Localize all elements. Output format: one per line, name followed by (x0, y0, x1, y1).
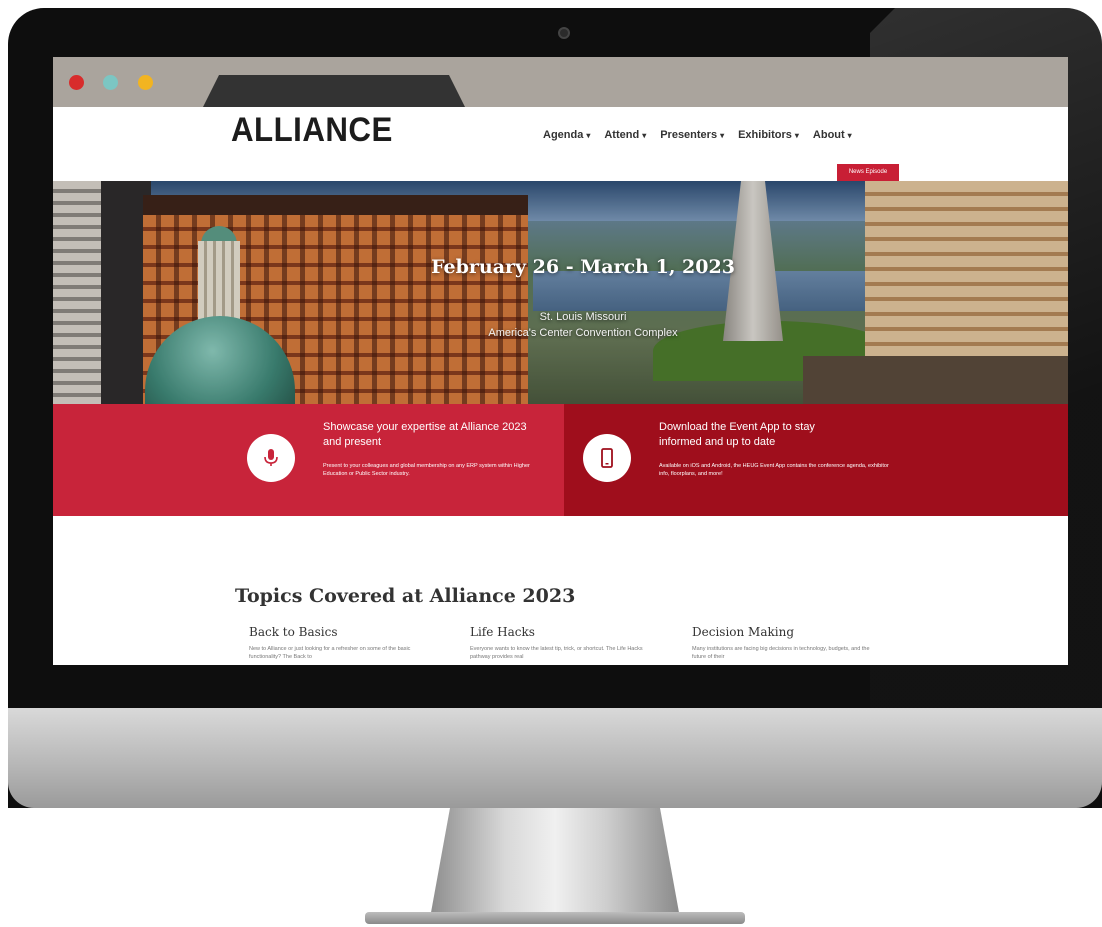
topic-text: Everyone wants to know the latest tip, t… (470, 646, 643, 660)
site-logo[interactable]: ALLIANCE (231, 111, 393, 150)
nav-presenters[interactable]: Presenters ▾ (660, 129, 724, 141)
present-cta-title: Showcase your expertise at Alliance 2023… (323, 421, 527, 448)
news-button[interactable]: News Episode (837, 164, 899, 181)
close-window-dot[interactable] (69, 75, 84, 90)
hero-venue: America's Center Convention Complex (488, 327, 678, 339)
nav-about[interactable]: About ▾ (813, 129, 852, 141)
browser-toolbar (53, 57, 1068, 107)
site-header: ALLIANCE Agenda ▾ Attend ▾ Presenters ▾ Exh… (53, 107, 1068, 181)
topic-title: Back to Basics (249, 625, 338, 639)
topic-card-back-to-basics[interactable]: Back to Basics New to Alliance or just l… (249, 625, 439, 661)
topic-title: Decision Making (692, 625, 795, 639)
nav-exhibitors[interactable]: Exhibitors ▾ (738, 129, 799, 141)
present-icon-circle (247, 434, 295, 482)
app-cta-title: Download the Event App to stay informed … (659, 421, 815, 448)
microphone-icon (264, 449, 278, 466)
hero-date: February 26 - March 1, 2023 (431, 256, 735, 278)
monitor-stand-base (365, 912, 745, 924)
browser-tab[interactable] (203, 75, 465, 107)
app-cta[interactable]: Download the Event App to stay informed … (564, 404, 1068, 516)
hero-banner: February 26 - March 1, 2023 St. Louis Mi… (53, 181, 1068, 404)
monitor-chin (8, 708, 1102, 808)
topic-card-decision-making[interactable]: Decision Making Many institutions are fa… (692, 625, 882, 661)
topic-text: New to Alliance or just looking for a re… (249, 646, 411, 660)
mobile-phone-icon (601, 448, 613, 468)
topic-text: Many institutions are facing big decisio… (692, 646, 870, 660)
topics-heading: Topics Covered at Alliance 2023 (235, 585, 576, 607)
chevron-down-icon: ▾ (586, 131, 591, 140)
hero-overlay (53, 181, 1068, 404)
present-cta-body: Present to your colleagues and global me… (323, 463, 530, 477)
app-cta-body: Available on iOS and Android, the HEUG E… (659, 463, 889, 477)
topic-card-life-hacks[interactable]: Life Hacks Everyone wants to know the la… (470, 625, 660, 661)
chevron-down-icon: ▾ (720, 131, 725, 140)
present-cta[interactable]: Showcase your expertise at Alliance 2023… (53, 404, 564, 516)
nav-attend[interactable]: Attend ▾ (604, 129, 646, 141)
hero-city: St. Louis Missouri (539, 311, 627, 323)
screen: ALLIANCE Agenda ▾ Attend ▾ Presenters ▾ Exh… (53, 57, 1068, 665)
chevron-down-icon: ▾ (642, 131, 647, 140)
main-nav: Agenda ▾ Attend ▾ Presenters ▾ Exhibitors ▾ … (543, 129, 852, 141)
topic-title: Life Hacks (470, 625, 535, 639)
chevron-down-icon: ▾ (847, 131, 852, 140)
app-icon-circle (583, 434, 631, 482)
monitor-stand (430, 808, 680, 918)
nav-agenda[interactable]: Agenda ▾ (543, 129, 590, 141)
maximize-window-dot[interactable] (138, 75, 153, 90)
minimize-window-dot[interactable] (103, 75, 118, 90)
chevron-down-icon: ▾ (794, 131, 799, 140)
camera-icon (558, 27, 570, 39)
